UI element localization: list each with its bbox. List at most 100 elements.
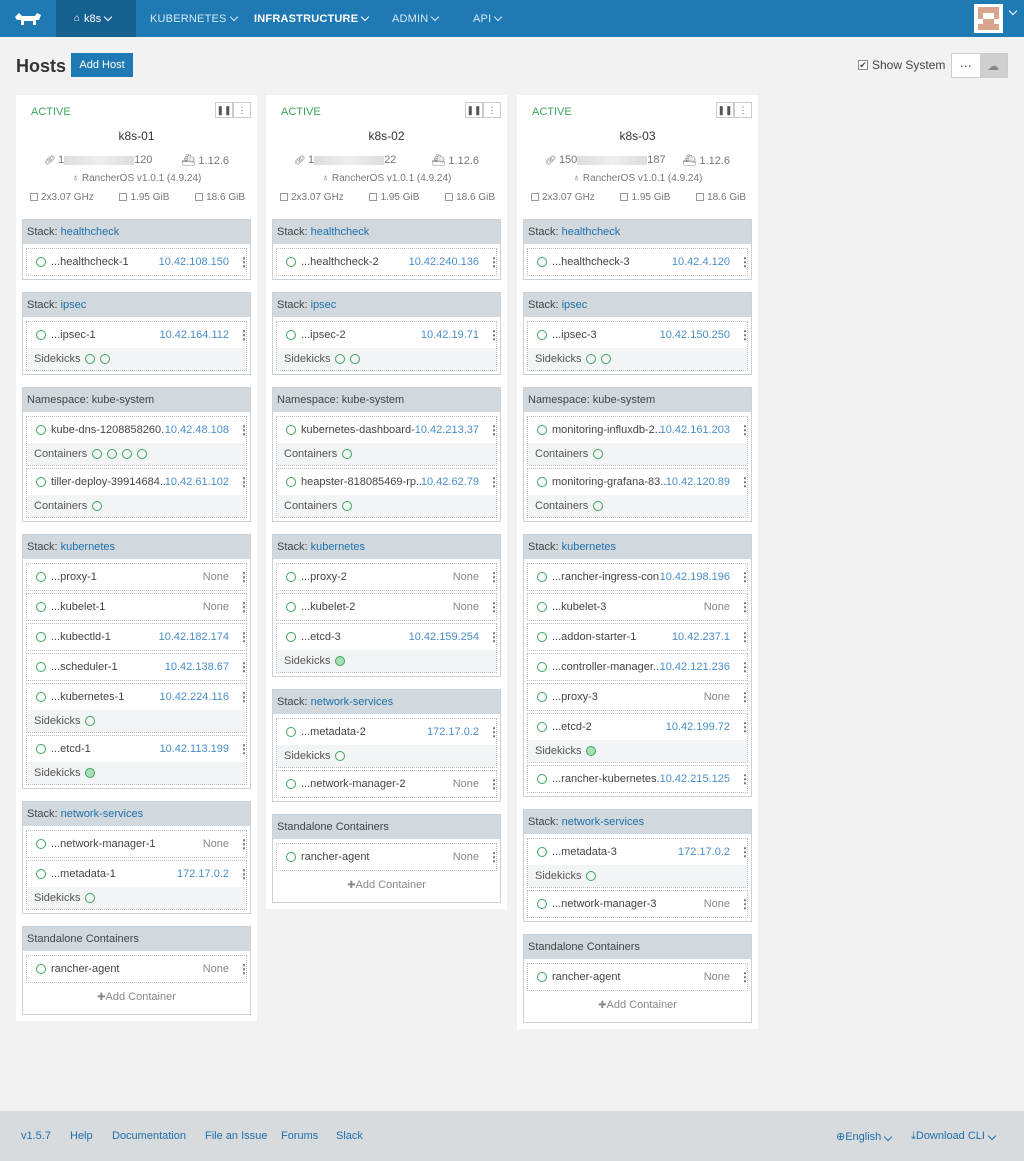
container-row[interactable]: ...etcd-2 10.42.199.72 ⋮ [528,714,751,740]
container-row[interactable]: ...proxy-2 None ⋮ [277,564,500,590]
pause-icon[interactable]: ❚❚ [215,102,233,118]
container-name[interactable]: ...rancher-kubernetes... [552,773,660,785]
chevron-down-icon[interactable] [1008,6,1018,16]
pause-icon[interactable]: ❚❚ [716,102,734,118]
container-row[interactable]: ...ipsec-3 10.42.150.250 ⋮ [528,322,751,348]
container-row[interactable]: ...network-manager-3 None ⋮ [528,891,751,917]
container-row[interactable]: rancher-agent None ⋮ [528,964,751,990]
sidekick-status-icon[interactable] [593,501,604,511]
container-row[interactable]: ...kubelet-3 None ⋮ [528,594,751,620]
container-menu-icon[interactable]: ⋮ [739,897,751,911]
sidekick-status-icon[interactable] [335,751,346,761]
container-name[interactable]: tiller-deploy-39914684... [51,476,165,488]
nav-api[interactable]: API [473,0,503,37]
container-menu-icon[interactable]: ⋮ [238,630,250,644]
container-row[interactable]: ...rancher-kubernetes... 10.42.215.125 ⋮ [528,766,751,792]
file-issue-link[interactable]: File an Issue [205,1130,267,1142]
container-row[interactable]: ...kubelet-1 None ⋮ [27,594,250,620]
stack-link[interactable]: kubernetes [311,541,365,553]
container-row[interactable]: ...rancher-ingress-con... 10.42.198.196 ⋮ [528,564,751,590]
language-selector[interactable]: ⊕English [836,1130,893,1143]
container-row[interactable]: monitoring-influxdb-2... 10.42.161.203 ⋮ [528,417,751,443]
sidekick-status-icon[interactable] [92,449,103,459]
user-avatar[interactable] [974,4,1003,33]
container-row[interactable]: ...kubectld-1 10.42.182.174 ⋮ [27,624,250,650]
stack-link[interactable]: ipsec [562,299,588,311]
container-row[interactable]: ...network-manager-2 None ⋮ [277,771,500,797]
container-menu-icon[interactable]: ⋮ [238,423,250,437]
container-row[interactable]: monitoring-grafana-83... 10.42.120.89 ⋮ [528,469,751,495]
nav-kubernetes[interactable]: KUBERNETES [150,0,238,37]
container-menu-icon[interactable]: ⋮ [739,720,751,734]
slack-link[interactable]: Slack [336,1130,363,1142]
stack-link[interactable]: kubernetes [562,541,616,553]
container-menu-icon[interactable]: ⋮ [238,690,250,704]
container-name[interactable]: ...rancher-ingress-con... [552,571,660,583]
container-row[interactable]: ...metadata-2 172.17.0.2 ⋮ [277,719,500,745]
container-name[interactable]: monitoring-grafana-83... [552,476,666,488]
stack-link[interactable]: healthcheck [311,226,370,238]
container-name[interactable]: ...metadata-2 [301,726,427,738]
sidekick-status-icon[interactable] [92,501,103,511]
sidekick-status-icon[interactable] [85,893,96,903]
sidekick-status-icon[interactable] [586,746,597,756]
container-name[interactable]: ...kubernetes-1 [51,691,159,703]
container-menu-icon[interactable]: ⋮ [238,742,250,756]
container-menu-icon[interactable]: ⋮ [488,600,500,614]
container-row[interactable]: ...healthcheck-1 10.42.108.150 ⋮ [27,249,250,275]
container-row[interactable]: ...scheduler-1 10.42.138.67 ⋮ [27,654,250,680]
container-menu-icon[interactable]: ⋮ [739,970,751,984]
container-name[interactable]: ...kubelet-1 [51,601,203,613]
sidekick-status-icon[interactable] [593,449,604,459]
host-name[interactable]: k8s-01 [22,129,251,143]
container-row[interactable]: ...etcd-1 10.42.113.199 ⋮ [27,736,250,762]
container-row[interactable]: ...proxy-3 None ⋮ [528,684,751,710]
container-menu-icon[interactable]: ⋮ [488,255,500,269]
container-name[interactable]: ...network-manager-1 [51,838,203,850]
container-name[interactable]: ...healthcheck-1 [51,256,159,268]
documentation-link[interactable]: Documentation [112,1130,186,1142]
container-menu-icon[interactable]: ⋮ [739,690,751,704]
nav-infrastructure[interactable]: INFRASTRUCTURE [254,0,370,37]
container-name[interactable]: ...controller-manager... [552,661,660,673]
add-container-button[interactable]: ✚ Add Container [527,991,748,1019]
sidekick-status-icon[interactable] [350,354,361,364]
version-link[interactable]: v1.5.7 [21,1130,51,1142]
container-row[interactable]: ...ipsec-1 10.42.164.112 ⋮ [27,322,250,348]
stack-link[interactable]: ipsec [61,299,87,311]
container-name[interactable]: monitoring-influxdb-2... [552,424,660,436]
help-link[interactable]: Help [70,1130,93,1142]
sidekick-status-icon[interactable] [122,449,133,459]
sidekick-status-icon[interactable] [85,716,96,726]
container-row[interactable]: rancher-agent None ⋮ [277,844,500,870]
stack-link[interactable]: network-services [311,696,394,708]
sidekick-status-icon[interactable] [85,768,96,778]
pause-icon[interactable]: ❚❚ [465,102,483,118]
container-name[interactable]: ...kubectld-1 [51,631,159,643]
more-actions-icon[interactable]: ⋮ [483,102,501,118]
container-row[interactable]: tiller-deploy-39914684... 10.42.61.102 ⋮ [27,469,250,495]
container-row[interactable]: kubernetes-dashboard-... 10.42.213.37 ⋮ [277,417,500,443]
container-name[interactable]: ...ipsec-1 [51,329,159,341]
more-actions-icon[interactable]: ⋮ [734,102,752,118]
container-menu-icon[interactable]: ⋮ [488,423,500,437]
rancher-logo[interactable] [0,0,56,37]
container-name[interactable]: rancher-agent [552,971,704,983]
sidekick-status-icon[interactable] [342,449,353,459]
container-name[interactable]: rancher-agent [51,963,203,975]
container-row[interactable]: ...healthcheck-3 10.42.4.120 ⋮ [528,249,751,275]
container-row[interactable]: ...controller-manager... 10.42.121.236 ⋮ [528,654,751,680]
container-row[interactable]: ...metadata-1 172.17.0.2 ⋮ [27,861,250,887]
sidekick-status-icon[interactable] [85,354,96,364]
container-name[interactable]: ...healthcheck-3 [552,256,672,268]
container-menu-icon[interactable]: ⋮ [739,255,751,269]
container-menu-icon[interactable]: ⋮ [238,660,250,674]
container-name[interactable]: kube-dns-1208858260... [51,424,165,436]
container-name[interactable]: heapster-818085469-rp... [301,476,421,488]
container-name[interactable]: ...etcd-1 [51,743,159,755]
container-name[interactable]: ...proxy-1 [51,571,203,583]
container-menu-icon[interactable]: ⋮ [488,630,500,644]
checkbox-checked-icon[interactable]: ✔ [858,60,868,70]
container-menu-icon[interactable]: ⋮ [488,328,500,342]
container-menu-icon[interactable]: ⋮ [238,837,250,851]
